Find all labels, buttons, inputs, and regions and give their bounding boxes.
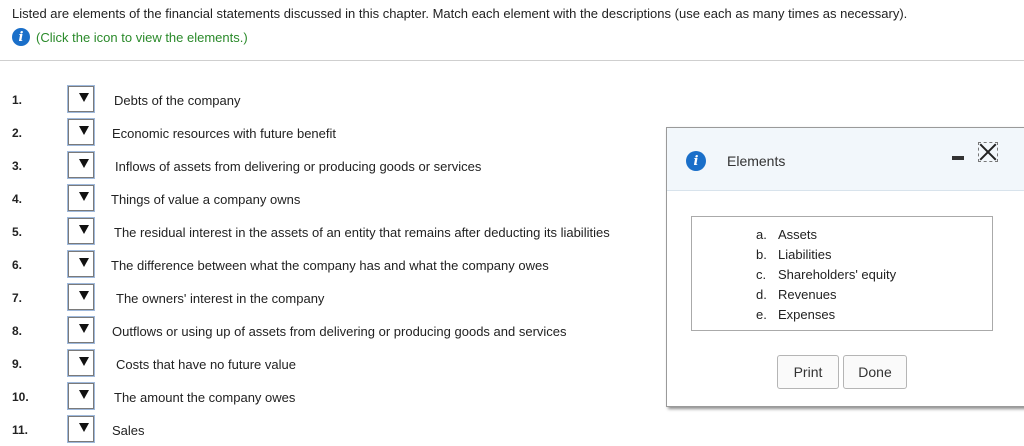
row-description: Debts of the company [114,93,241,108]
row-description: Outflows or using up of assets from deli… [112,324,567,339]
answer-dropdown[interactable] [68,251,94,277]
answer-dropdown[interactable] [68,416,94,442]
answer-dropdown[interactable] [68,383,94,409]
minimize-icon[interactable] [952,156,964,160]
element-letter: b. [756,247,767,262]
list-item: 1. Debts of the company [0,84,660,116]
row-description: The amount the company owes [114,390,296,405]
list-item: 4. Things of value a company owns [0,183,660,215]
close-icon[interactable] [978,142,998,162]
answer-dropdown[interactable] [68,86,94,112]
list-item: c. Shareholders' equity [756,265,896,285]
row-number: 4. [12,192,23,206]
row-description: Costs that have no future value [116,357,296,372]
dialog-title: Elements [727,153,786,169]
list-item: 7. The owners' interest in the company [0,282,660,314]
dropdown-arrow-icon [79,225,89,234]
list-item: 9. Costs that have no future value [0,348,660,380]
dropdown-arrow-icon [79,93,89,102]
instructions-text: Listed are elements of the financial sta… [12,6,908,21]
list-item: d. Revenues [756,285,896,305]
answer-dropdown[interactable] [68,284,94,310]
view-elements-link[interactable]: i (Click the icon to view the elements.) [12,28,248,46]
element-letter: a. [756,227,767,242]
row-description: Sales [112,423,145,438]
answer-dropdown[interactable] [68,152,94,178]
row-description: Inflows of assets from delivering or pro… [115,159,482,174]
list-item: 11. Sales [0,414,660,446]
row-description: Economic resources with future benefit [112,126,336,141]
dialog-header[interactable]: i Elements [667,128,1024,191]
info-icon: i [686,151,706,171]
dropdown-arrow-icon [79,291,89,300]
element-name: Expenses [778,307,836,322]
list-item: b. Liabilities [756,245,896,265]
answer-dropdown[interactable] [68,218,94,244]
row-number: 6. [12,258,23,272]
row-number: 7. [12,291,23,305]
dropdown-arrow-icon [79,357,89,366]
answer-dropdown[interactable] [68,119,94,145]
row-number: 3. [12,159,23,173]
dropdown-arrow-icon [79,192,89,201]
divider [0,60,1024,61]
dropdown-arrow-icon [79,159,89,168]
answer-dropdown[interactable] [68,317,94,343]
list-item: e. Expenses [756,305,896,325]
dropdown-arrow-icon [79,324,89,333]
row-description: The difference between what the company … [111,258,549,273]
dropdown-arrow-icon [79,126,89,135]
row-number: 5. [12,225,23,239]
list-item: a. Assets [756,225,896,245]
row-description: Things of value a company owns [111,192,301,207]
row-number: 10. [12,390,29,404]
elements-list: a. Assets b. Liabilities c. Shareholders' e… [756,225,896,325]
list-item: 2. Economic resources with future benefi… [0,117,660,149]
dropdown-arrow-icon [79,258,89,267]
element-name: Revenues [778,287,837,302]
row-description: The residual interest in the assets of a… [114,225,610,240]
list-item: 6. The difference between what the compa… [0,249,660,281]
element-letter: e. [756,307,767,322]
row-number: 8. [12,324,23,338]
answer-dropdown[interactable] [68,350,94,376]
answer-dropdown[interactable] [68,185,94,211]
row-description: The owners' interest in the company [116,291,325,306]
print-button[interactable]: Print [777,355,839,389]
row-number: 2. [12,126,23,140]
list-item: 8. Outflows or using up of assets from d… [0,315,660,347]
row-number: 9. [12,357,23,371]
info-icon[interactable]: i [12,28,30,46]
list-item: 3. Inflows of assets from delivering or … [0,150,660,182]
dropdown-arrow-icon [79,390,89,399]
element-letter: d. [756,287,767,302]
list-item: 10. The amount the company owes [0,381,660,413]
elements-box: a. Assets b. Liabilities c. Shareholders' e… [691,216,993,331]
row-number: 1. [12,93,23,107]
dropdown-arrow-icon [79,423,89,432]
elements-dialog: i Elements a. Assets b. Liabilities c. Shar… [666,127,1024,407]
view-elements-link-text[interactable]: (Click the icon to view the elements.) [36,30,248,45]
element-letter: c. [756,267,767,282]
element-name: Assets [778,227,818,242]
done-button[interactable]: Done [843,355,907,389]
row-number: 11. [12,423,29,437]
list-item: 5. The residual interest in the assets o… [0,216,660,248]
element-name: Liabilities [778,247,832,262]
element-name: Shareholders' equity [778,267,897,282]
